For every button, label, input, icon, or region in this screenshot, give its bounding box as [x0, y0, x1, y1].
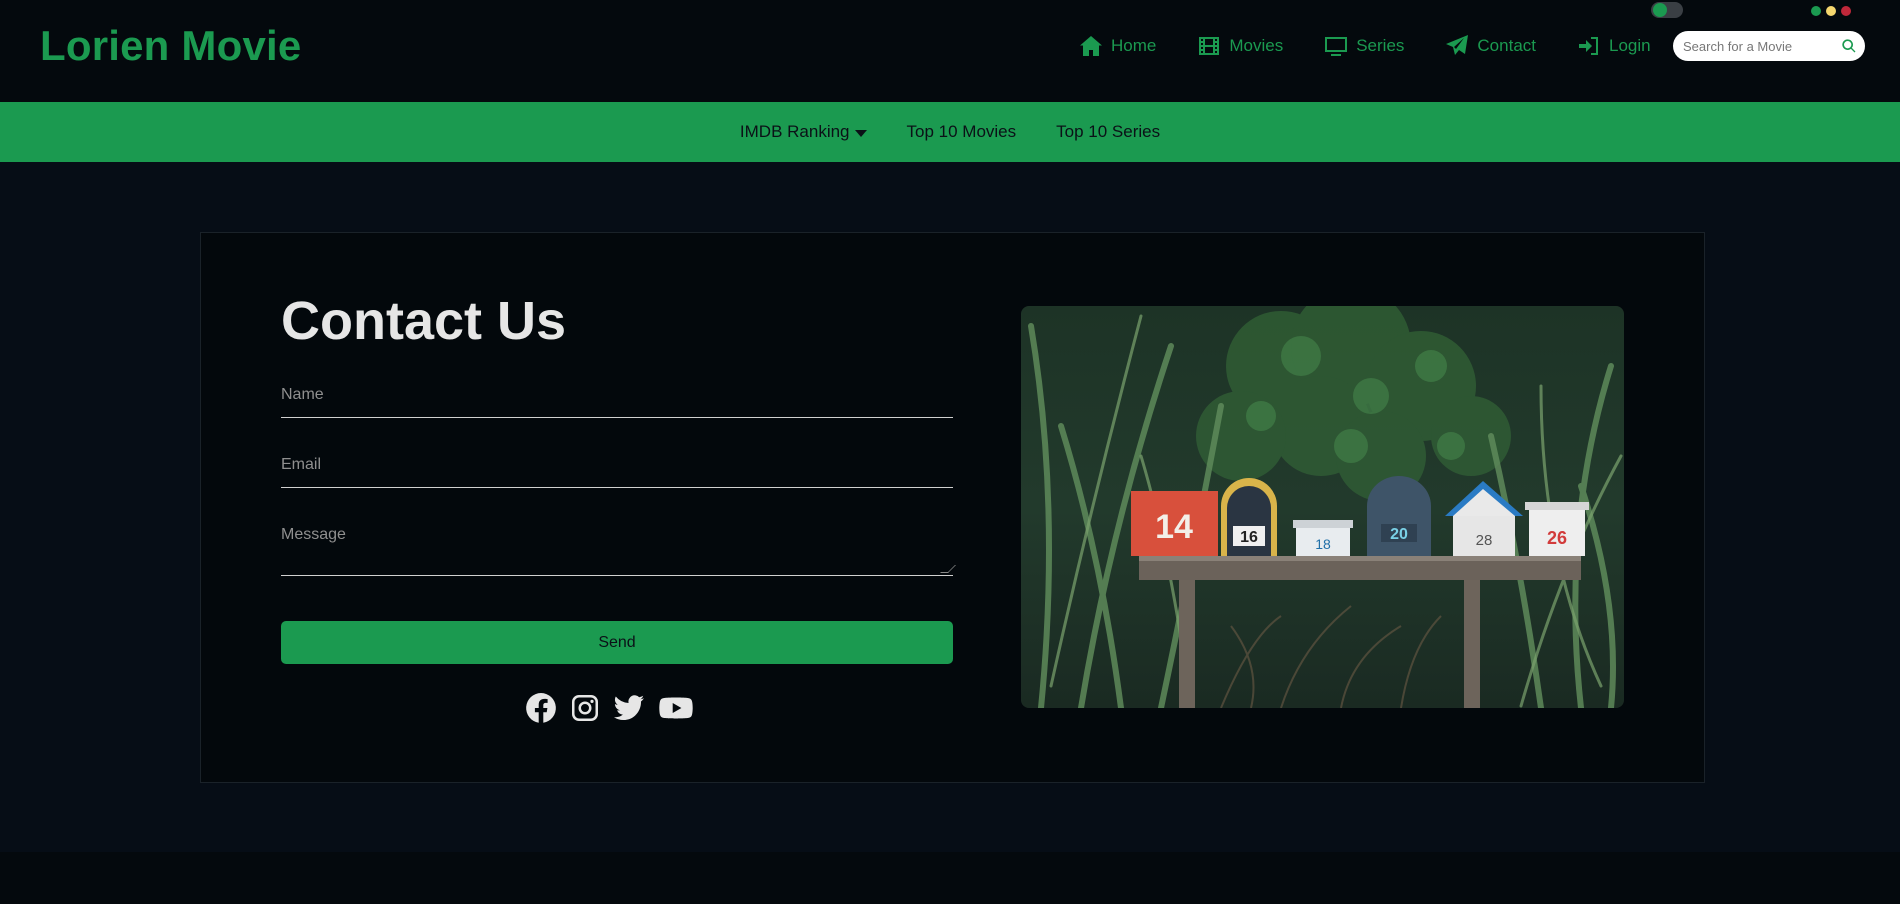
nav-home-label: Home — [1111, 36, 1157, 55]
nav-movies[interactable]: Movies — [1196, 34, 1283, 58]
name-field-wrapper — [281, 386, 953, 418]
theme-toggle[interactable] — [1651, 2, 1683, 18]
mailbox-number-28: 28 — [1476, 532, 1493, 549]
footer-strip — [0, 852, 1900, 904]
mailbox-number-20: 20 — [1390, 526, 1408, 543]
youtube-icon[interactable] — [659, 695, 693, 721]
name-field[interactable] — [281, 386, 953, 404]
subnav-top-10-series-label: Top 10 Series — [1056, 122, 1161, 141]
subnav-top-10-movies-label: Top 10 Movies — [906, 122, 1017, 141]
facebook-icon[interactable] — [525, 692, 557, 724]
tv-icon — [1325, 37, 1348, 56]
subnav-imdb-ranking[interactable]: IMDB Ranking — [740, 122, 867, 142]
site-logo[interactable]: Lorien Movie — [40, 22, 301, 70]
yellow-dot[interactable] — [1826, 6, 1836, 16]
twitter-icon[interactable] — [613, 694, 645, 722]
green-dot[interactable] — [1811, 6, 1821, 16]
nav-movies-label: Movies — [1229, 36, 1284, 55]
mailbox-number-26: 26 — [1547, 528, 1567, 548]
top-header: Lorien Movie Home Movies Series Contact … — [0, 0, 1900, 102]
window-controls — [1811, 6, 1856, 16]
mailbox-number-18: 18 — [1315, 536, 1331, 552]
mailbox-number-16: 16 — [1240, 529, 1258, 546]
mailboxes-photo: 14 16 18 20 28 26 — [1021, 306, 1624, 708]
sun-icon — [1653, 3, 1667, 17]
subnav-top-10-movies[interactable]: Top 10 Movies — [907, 122, 1017, 142]
sub-nav: IMDB Ranking Top 10 Movies Top 10 Series — [0, 102, 1900, 162]
nav-contact-label: Contact — [1477, 36, 1536, 55]
home-icon — [1080, 36, 1102, 56]
instagram-icon[interactable] — [571, 694, 599, 722]
search-icon[interactable] — [1841, 38, 1857, 54]
message-field[interactable] — [281, 526, 953, 574]
caret-down-icon — [854, 129, 867, 137]
page-title: Contact Us — [281, 291, 567, 351]
nav-login[interactable]: Login — [1576, 34, 1651, 58]
nav-series[interactable]: Series — [1323, 34, 1404, 58]
red-dot[interactable] — [1841, 6, 1851, 16]
email-field-wrapper — [281, 456, 953, 488]
search-input[interactable] — [1683, 38, 1833, 54]
subnav-imdb-ranking-label: IMDB Ranking — [739, 122, 850, 141]
login-icon — [1579, 37, 1598, 55]
paper-plane-icon — [1446, 35, 1469, 55]
social-links — [525, 692, 707, 724]
mailbox-number-14: 14 — [1155, 508, 1193, 546]
nav-home[interactable]: Home — [1078, 34, 1156, 58]
main-nav: Home Movies Series Contact Login — [1078, 33, 1651, 59]
subnav-top-10-series[interactable]: Top 10 Series — [1056, 122, 1160, 142]
search-bar — [1673, 31, 1865, 61]
send-button[interactable]: Send — [281, 621, 953, 664]
nav-login-label: Login — [1609, 36, 1651, 55]
film-icon — [1199, 37, 1220, 55]
nav-series-label: Series — [1356, 36, 1405, 55]
nav-contact[interactable]: Contact — [1444, 34, 1536, 58]
message-field-wrapper — [281, 526, 956, 576]
email-field[interactable] — [281, 456, 953, 474]
